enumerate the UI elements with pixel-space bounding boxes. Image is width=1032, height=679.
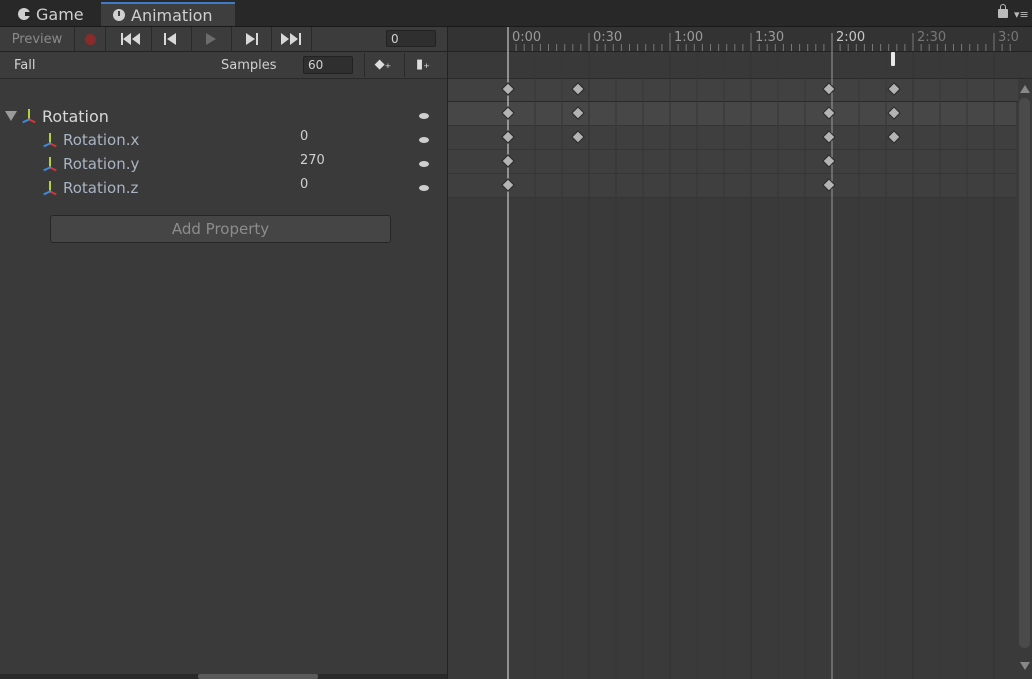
clock-icon (113, 9, 125, 21)
timeline-graphics (501, 27, 1011, 679)
last-key-button[interactable] (271, 27, 312, 51)
keyframe-diamond (822, 130, 836, 144)
lock-icon[interactable] (998, 4, 1008, 18)
keyframe-diamond (501, 106, 515, 120)
property-label: Rotation.y (63, 155, 140, 173)
scroll-up-arrow-icon[interactable] (1020, 85, 1030, 93)
property-options-icon[interactable] (419, 185, 429, 191)
step-back-icon (164, 33, 176, 45)
keyframe-diamond (501, 130, 515, 144)
keyframe-diamond (822, 154, 836, 168)
preview-button[interactable]: Preview (0, 27, 75, 51)
keyframe-diamond (501, 154, 515, 168)
add-property-button[interactable]: Add Property (50, 215, 391, 243)
samples-field[interactable]: 60 (303, 56, 353, 74)
expand-triangle-icon[interactable] (5, 111, 17, 121)
add-event-button[interactable]: ▮₊ (404, 53, 441, 77)
samples-label: Samples (221, 58, 277, 73)
keyframe-diamond (501, 178, 515, 192)
property-value-field[interactable]: 270 (300, 153, 325, 168)
tab-animation-label: Animation (131, 5, 213, 25)
property-label: Rotation.z (63, 179, 139, 197)
clip-selector[interactable]: Fall (14, 58, 35, 73)
ruler-label: 2:30 (917, 30, 947, 45)
ruler-label: 2:00 (836, 30, 866, 45)
keyframe-diamond (887, 130, 901, 144)
frame-field[interactable]: 0 (386, 30, 436, 47)
first-key-button[interactable] (111, 27, 152, 51)
property-group-rotation[interactable]: Rotation (22, 104, 109, 128)
ruler-label: 0:00 (512, 30, 542, 45)
property-row-rotation-x[interactable]: Rotation.x (43, 128, 139, 152)
playback-toolbar: Preview (0, 27, 447, 52)
step-forward-icon (246, 33, 258, 45)
scroll-down-arrow-icon[interactable] (1020, 662, 1030, 670)
property-row-rotation-y[interactable]: Rotation.y (43, 152, 139, 176)
ruler-label: 0:30 (593, 30, 623, 45)
next-key-button[interactable] (231, 27, 272, 51)
tab-bar: Game Animation (0, 0, 1032, 27)
transform-axis-icon (43, 181, 57, 196)
record-icon (84, 33, 96, 45)
keyframe-diamond (822, 106, 836, 120)
tab-animation[interactable]: Animation (101, 2, 235, 26)
add-event-icon: ▮₊ (415, 57, 430, 72)
game-icon (18, 8, 31, 20)
property-value-field[interactable]: 0 (300, 177, 308, 192)
ruler-label: 1:00 (674, 30, 704, 45)
animation-event-marker[interactable] (891, 52, 895, 66)
keyframe-diamond (822, 82, 836, 96)
keyframe-diamond (887, 106, 901, 120)
keyframe-diamond (822, 178, 836, 192)
transform-axis-icon (43, 157, 57, 172)
ruler-label: 3:0 (998, 30, 1019, 45)
add-keyframe-button[interactable]: ◆₊ (364, 53, 401, 77)
transform-axis-icon (43, 133, 57, 148)
tab-game[interactable]: Game (6, 2, 98, 26)
transform-axis-icon (22, 109, 36, 124)
record-button[interactable] (75, 27, 106, 51)
property-row-rotation-z[interactable]: Rotation.z (43, 176, 138, 200)
skip-to-end-icon (281, 33, 301, 45)
property-options-icon[interactable] (419, 137, 429, 143)
vertical-scrollbar-thumb[interactable] (1019, 98, 1030, 648)
keyframe-diamond (571, 106, 585, 120)
panel-menu-icon[interactable]: ▾≡ (1014, 8, 1029, 21)
horizontal-scrollbar-thumb[interactable] (198, 674, 318, 679)
property-options-icon[interactable] (419, 161, 429, 167)
skip-to-start-icon (121, 33, 140, 45)
keyframe-diamond (501, 82, 515, 96)
add-keyframe-icon: ◆₊ (374, 57, 392, 72)
ruler-label: 1:30 (755, 30, 785, 45)
property-group-label: Rotation (42, 106, 109, 126)
property-value-field[interactable]: 0 (300, 129, 308, 144)
keyframe-diamond (571, 82, 585, 96)
property-label: Rotation.x (63, 131, 140, 149)
tab-game-label: Game (36, 4, 84, 24)
keyframe-diamond (887, 82, 901, 96)
property-options-icon[interactable] (419, 113, 429, 119)
play-icon (206, 33, 216, 45)
play-button[interactable] (191, 27, 232, 51)
keyframe-diamond (571, 130, 585, 144)
previous-key-button[interactable] (151, 27, 192, 51)
